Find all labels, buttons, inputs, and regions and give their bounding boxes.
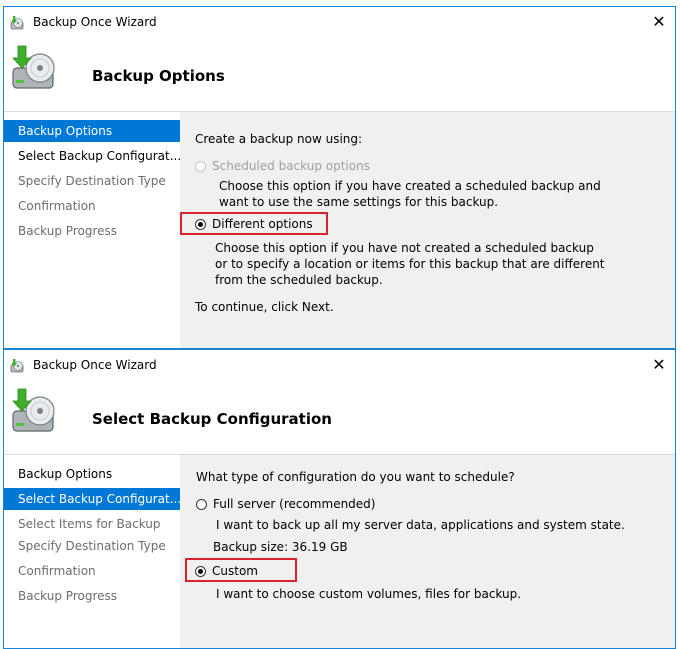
continue-instruction: To continue, click Next.	[195, 300, 334, 314]
title-bar: Backup Once Wizard ✕	[4, 7, 675, 37]
title-bar: Backup Once Wizard ✕	[4, 350, 675, 380]
backup-disk-arrow-icon	[12, 45, 55, 89]
backup-once-wizard-window-2: Backup Once Wizard ✕ Select Backup Confi…	[3, 349, 676, 649]
backup-disk-icon	[10, 359, 24, 373]
wizard-steps-nav: Backup Options Select Backup Configurat.…	[4, 455, 180, 648]
nav-item-specify-destination-type[interactable]: Specify Destination Type	[4, 535, 180, 557]
window-title: Backup Once Wizard	[33, 15, 157, 29]
page-title: Select Backup Configuration	[92, 410, 332, 428]
custom-label: Custom	[212, 564, 258, 578]
wizard-header: Select Backup Configuration	[4, 380, 675, 454]
scheduled-backup-options-label: Scheduled backup options	[212, 159, 370, 173]
nav-item-backup-progress[interactable]: Backup Progress	[4, 220, 180, 242]
different-options-label: Different options	[212, 217, 313, 231]
nav-item-backup-progress[interactable]: Backup Progress	[4, 585, 180, 607]
close-button[interactable]: ✕	[643, 350, 675, 380]
wizard-steps-nav: Backup Options Select Backup Configurat.…	[4, 112, 180, 348]
wizard-content: Create a backup now using: Scheduled bac…	[180, 112, 675, 348]
different-option-description-line-1: Choose this option if you have not creat…	[215, 241, 594, 255]
different-options-radio[interactable]	[195, 219, 206, 230]
nav-item-confirmation[interactable]: Confirmation	[4, 560, 180, 582]
full-server-label: Full server (recommended)	[213, 497, 376, 511]
backup-size-text: Backup size: 36.19 GB	[213, 540, 348, 554]
wizard-content: What type of configuration do you want t…	[180, 455, 675, 648]
nav-item-select-items-for-backup[interactable]: Select Items for Backup	[4, 513, 180, 535]
backup-once-wizard-window-1: Backup Once Wizard ✕ Backup Options Back…	[3, 6, 676, 349]
custom-description: I want to choose custom volumes, files f…	[216, 587, 522, 601]
different-option-description-line-2: or to specify a location or items for th…	[215, 257, 605, 271]
full-server-description: I want to back up all my server data, ap…	[216, 518, 625, 532]
close-button[interactable]: ✕	[643, 7, 675, 37]
scheduled-option-description-line-1: Choose this option if you have created a…	[219, 179, 601, 193]
full-server-radio[interactable]	[196, 499, 207, 510]
prompt-text: What type of configuration do you want t…	[196, 470, 515, 484]
page-title: Backup Options	[92, 67, 225, 85]
window-title: Backup Once Wizard	[33, 358, 157, 372]
close-icon: ✕	[652, 355, 666, 374]
close-icon: ✕	[652, 12, 666, 31]
scheduled-option-description-line-2: want to use the same settings for this b…	[219, 195, 499, 209]
nav-item-backup-options[interactable]: Backup Options	[4, 120, 180, 142]
scheduled-backup-options-radio[interactable]	[195, 161, 206, 172]
custom-radio[interactable]	[195, 566, 206, 577]
nav-item-select-backup-configuration[interactable]: Select Backup Configurat...	[4, 145, 180, 167]
wizard-header: Backup Options	[4, 37, 675, 111]
nav-item-select-backup-configuration[interactable]: Select Backup Configurat...	[4, 488, 180, 510]
nav-item-confirmation[interactable]: Confirmation	[4, 195, 180, 217]
nav-item-specify-destination-type[interactable]: Specify Destination Type	[4, 170, 180, 192]
backup-disk-icon	[10, 16, 24, 30]
different-option-description-line-3: from the scheduled backup.	[215, 273, 383, 287]
backup-disk-arrow-icon	[12, 388, 55, 432]
prompt-text: Create a backup now using:	[195, 132, 363, 146]
nav-item-backup-options[interactable]: Backup Options	[4, 463, 180, 485]
